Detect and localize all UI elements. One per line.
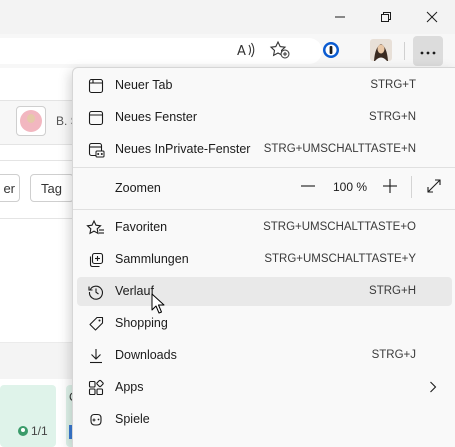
download-icon (87, 347, 105, 365)
day-view-label: Tag (41, 180, 62, 196)
svg-text:A: A (237, 44, 246, 59)
history-icon (87, 283, 105, 301)
menu-item-label: Favoriten (115, 220, 168, 234)
zoom-out-icon (301, 179, 315, 196)
zoom-label: Zoomen (115, 181, 161, 195)
settings-and-more-button[interactable] (413, 36, 443, 66)
zoom-value: 100 % (332, 180, 368, 194)
menu-item-label: Spiele (115, 412, 150, 426)
menu-item-partial[interactable] (77, 437, 452, 447)
menu-item-new-window[interactable]: Neues Fenster STRG+N (77, 103, 452, 132)
games-icon (87, 411, 105, 429)
title-bar (0, 0, 455, 34)
menu-item-shopping[interactable]: Shopping (77, 309, 452, 338)
menu-item-shortcut: STRG+UMSCHALTTASTE+Y (264, 253, 416, 265)
read-aloud-button[interactable]: A (231, 36, 261, 66)
menu-separator (73, 167, 455, 168)
menu-item-shortcut: STRG+T (370, 79, 416, 91)
page-divider (0, 218, 80, 219)
menu-item-label: Apps (115, 380, 144, 394)
chevron-right-icon (429, 381, 437, 396)
close-icon (426, 11, 438, 23)
user-avatar-button[interactable] (16, 106, 46, 136)
user-avatar (20, 110, 42, 132)
menu-item-shortcut: STRG+UMSCHALTTASTE+O (263, 221, 416, 233)
minimize-icon (335, 12, 345, 22)
menu-item-games[interactable]: Spiele (77, 405, 452, 434)
menu-item-shortcut: STRG+J (371, 349, 416, 361)
toolbar-divider (404, 42, 405, 60)
shopping-tag-icon (87, 315, 105, 333)
filter-button[interactable]: er (0, 174, 20, 202)
menu-item-label: Neuer Tab (115, 78, 173, 92)
password-manager-icon (322, 41, 340, 62)
menu-item-shortcut: STRG+H (369, 285, 416, 297)
card-count-badge: 1/1 (18, 424, 48, 438)
zoom-divider (411, 176, 412, 198)
menu-item-shortcut: STRG+UMSCHALTTASTE+N (263, 143, 416, 155)
new-window-icon (87, 109, 105, 127)
menu-item-favorites[interactable]: Favoriten STRG+UMSCHALTTASTE+O (77, 213, 452, 242)
filter-button-label: er (3, 180, 15, 196)
menu-item-label: Downloads (115, 348, 177, 362)
menu-separator (73, 209, 455, 210)
menu-item-new-inprivate-window[interactable]: Neues InPrivate-Fenster STRG+UMSCHALTTAS… (77, 135, 452, 164)
menu-item-new-tab[interactable]: Neuer Tab STRG+T (77, 71, 452, 100)
minimize-button[interactable] (317, 0, 363, 34)
card-count: 1/1 (31, 424, 48, 438)
menu-item-collections[interactable]: Sammlungen STRG+UMSCHALTTASTE+Y (77, 245, 452, 274)
page-section-band (0, 343, 80, 379)
menu-item-apps[interactable]: Apps (77, 373, 452, 402)
extensions-icon (87, 443, 105, 447)
inprivate-window-icon (87, 141, 105, 159)
settings-and-more-menu: Neuer Tab STRG+T Neues Fenster STRG+N Ne… (72, 67, 455, 447)
day-view-button[interactable]: Tag (30, 174, 74, 202)
collections-icon (87, 251, 105, 269)
settings-more-icon (420, 44, 436, 58)
zoom-in-button[interactable] (376, 173, 404, 201)
apps-icon (87, 379, 105, 397)
profile-avatar (370, 38, 392, 64)
fullscreen-icon (427, 178, 441, 196)
password-manager-button[interactable] (316, 36, 346, 66)
zoom-out-button[interactable] (294, 173, 322, 201)
menu-item-shortcut: STRG+N (369, 111, 416, 123)
menu-item-label: Sammlungen (115, 252, 189, 266)
favorites-icon (86, 219, 105, 237)
menu-item-label: Neues InPrivate-Fenster (115, 142, 251, 156)
restore-button[interactable] (363, 0, 409, 34)
add-favorite-button[interactable] (265, 36, 295, 66)
menu-item-label: Verlauf (115, 284, 154, 298)
add-favorite-icon (269, 40, 290, 62)
menu-item-downloads[interactable]: Downloads STRG+J (77, 341, 452, 370)
new-tab-icon (87, 77, 105, 95)
mouse-cursor-icon (151, 293, 165, 318)
page-divider (0, 160, 80, 161)
read-aloud-icon: A (237, 42, 255, 61)
person-icon (18, 426, 28, 436)
close-window-button[interactable] (409, 0, 455, 34)
zoom-in-icon (383, 178, 397, 196)
menu-item-label: Shopping (115, 316, 168, 330)
menu-item-history[interactable]: Verlauf STRG+H (77, 277, 452, 306)
menu-item-label: Neues Fenster (115, 110, 197, 124)
restore-icon (381, 12, 391, 22)
profile-button[interactable] (366, 36, 396, 66)
fullscreen-button[interactable] (420, 173, 448, 201)
